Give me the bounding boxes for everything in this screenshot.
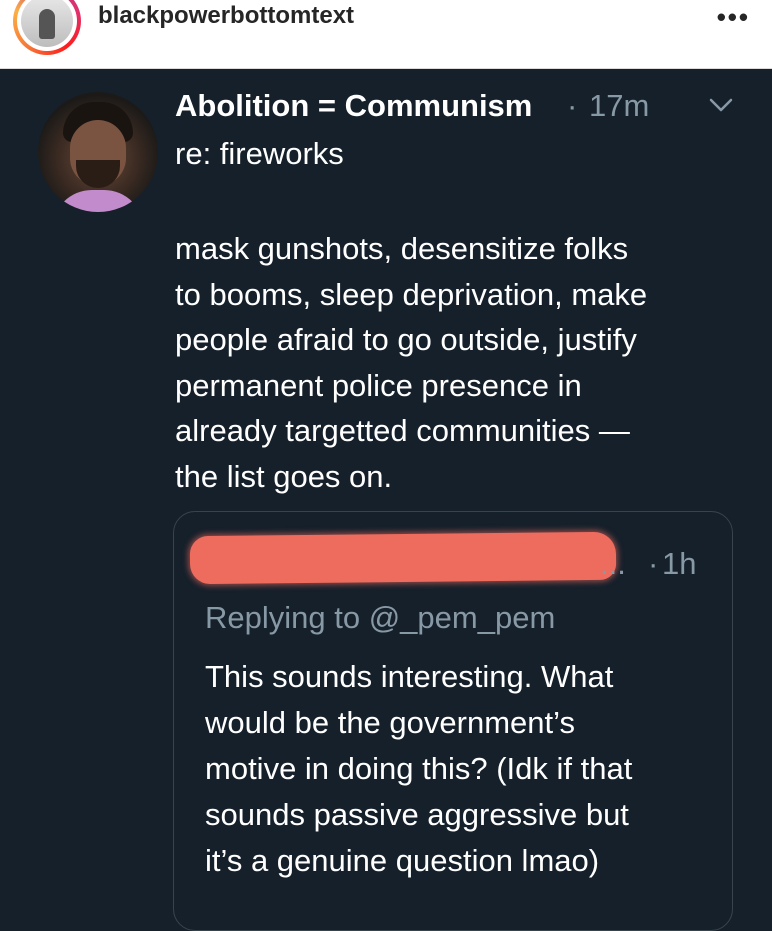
quoted-tweet-body: This sounds interesting. What would be t… [205,654,725,884]
redacted-author-name [189,531,617,585]
quoted-body-line: This sounds interesting. What [205,659,614,694]
more-options-icon[interactable]: ••• [717,2,750,33]
quoted-body-line: would be the government’s [205,705,575,740]
tweet-body-line: to booms, sleep deprivation, make [175,276,648,312]
tweet-separator: · [567,88,578,123]
instagram-post-header: blackpowerbottomtext ••• [0,0,772,69]
tweet-body: mask gunshots, desensitize folks to boom… [175,226,735,499]
quoted-body-line: sounds passive aggressive but [205,797,629,832]
post-username[interactable]: blackpowerbottomtext [98,2,354,30]
chevron-down-icon[interactable] [708,96,734,114]
quoted-timestamp[interactable]: 1h [662,546,696,582]
tweet-author-name[interactable]: Abolition = Communism [175,88,532,124]
quoted-separator: · [648,546,659,581]
quoted-body-line: motive in doing this? (Idk if that [205,751,633,786]
replying-to-label[interactable]: Replying to @_pem_pem [205,600,555,636]
tweet-timestamp[interactable]: 17m [589,88,649,124]
quoted-name-truncation: ... [600,546,626,581]
tweet-body-line: already targetted communities — [175,413,630,448]
story-avatar[interactable] [13,0,81,55]
tweet-author-avatar[interactable] [38,92,158,212]
tweet-body-line: permanent police presence in [175,367,582,403]
avatar-image [21,0,73,47]
tweet-body-line: the list goes on. [175,458,393,494]
quoted-body-line: it’s a genuine question lmao) [205,843,600,878]
tweet-body-line: mask gunshots, desensitize folks [175,231,629,266]
tweet-body-line: people afraid to go outside, justify [175,322,637,357]
tweet-subject-line: re: fireworks [175,136,344,171]
